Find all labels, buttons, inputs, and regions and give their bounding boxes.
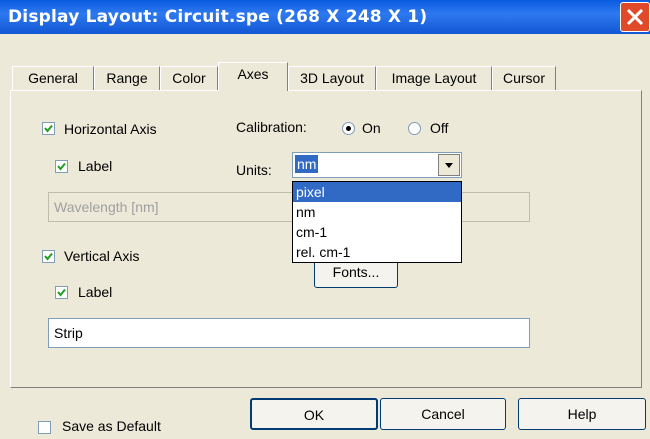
ok-button[interactable]: OK [250,398,378,430]
vertical-axis-label-field[interactable]: Strip [48,318,530,348]
horizontal-label-text: Label [78,158,113,174]
chevron-down-icon [445,163,453,168]
calibration-on-radio[interactable] [342,122,355,135]
close-button[interactable] [620,2,650,32]
horizontal-axis-checkbox[interactable] [42,122,55,135]
tab-range[interactable]: Range [94,66,160,90]
tab-image-layout[interactable]: Image Layout [376,66,492,90]
tab-axes[interactable]: Axes [218,62,288,91]
calibration-on-label: On [362,120,381,136]
save-as-default-checkbox[interactable] [38,421,51,434]
units-label: Units: [236,162,272,178]
check-icon [57,288,66,297]
dropdown-arrow-button[interactable] [438,154,460,176]
units-option-nm[interactable]: nm [293,202,461,222]
calibration-label: Calibration: [236,119,307,135]
horizontal-label-checkbox[interactable] [55,160,68,173]
calibration-off-radio[interactable] [408,122,421,135]
cancel-button[interactable]: Cancel [380,398,506,430]
window-title: Display Layout: Circuit.spe (268 X 248 X… [8,7,428,27]
units-option-rel-cm-1[interactable]: rel. cm-1 [293,242,461,262]
tab-3d-layout[interactable]: 3D Layout [288,66,376,90]
calibration-off-label: Off [430,120,449,136]
units-select[interactable]: nm [292,152,462,178]
units-selected-value: nm [295,155,319,173]
help-button[interactable]: Help [518,398,646,430]
units-option-pixel[interactable]: pixel [293,182,461,202]
tab-cursor[interactable]: Cursor [492,66,556,90]
units-dropdown-list: pixel nm cm-1 rel. cm-1 [292,181,462,263]
close-icon [626,8,644,26]
vertical-axis-label: Vertical Axis [64,248,140,264]
save-as-default-label: Save as Default [62,418,161,434]
check-icon [57,162,66,171]
vertical-label-checkbox[interactable] [55,286,68,299]
check-icon [44,252,53,261]
vertical-axis-checkbox[interactable] [42,250,55,263]
tab-general[interactable]: General [12,66,94,90]
tab-color[interactable]: Color [160,66,218,90]
title-bar: Display Layout: Circuit.spe (268 X 248 X… [0,0,650,34]
units-option-cm-1[interactable]: cm-1 [293,222,461,242]
check-icon [44,124,53,133]
vertical-label-text: Label [78,284,113,300]
horizontal-axis-label: Horizontal Axis [64,121,157,137]
